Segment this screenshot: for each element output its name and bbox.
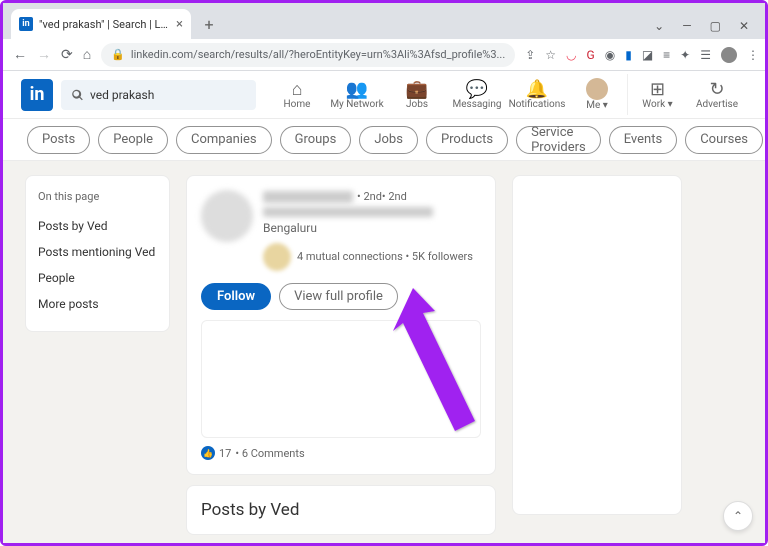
nav-work[interactable]: ⊞Work ▾ <box>627 74 687 115</box>
posts-section-card: Posts by Ved <box>186 485 496 535</box>
back-icon[interactable]: ← <box>13 46 27 63</box>
view-full-profile-button[interactable]: View full profile <box>279 283 398 310</box>
scroll-to-top-button[interactable]: ⌃ <box>723 501 753 531</box>
filter-groups[interactable]: Groups <box>280 126 352 154</box>
chat-icon: 💬 <box>466 79 488 99</box>
avatar-icon <box>586 78 608 100</box>
pocket-icon[interactable]: ◡ <box>566 48 576 62</box>
star-icon[interactable]: ☆ <box>545 48 556 62</box>
nav-jobs[interactable]: 💼Jobs <box>387 74 447 115</box>
new-tab-button[interactable]: + <box>197 12 221 36</box>
sidebar-item-posts-by[interactable]: Posts by Ved <box>38 213 157 239</box>
tab-title: "ved prakash" | Search | LinkedIn <box>39 18 170 31</box>
search-icon <box>71 88 84 102</box>
extension-icon[interactable]: ▮ <box>625 48 632 62</box>
connection-degree: • 2nd• 2nd <box>357 190 407 203</box>
extension-icon[interactable]: ≡ <box>663 48 670 62</box>
post-preview[interactable] <box>201 320 481 438</box>
reload-icon[interactable]: ⟳ <box>61 47 73 63</box>
content-area: On this page Posts by Ved Posts mentioni… <box>3 161 765 543</box>
extension-icon[interactable]: G <box>587 48 595 62</box>
extension-icons: ⇪ ☆ ◡ G ◉ ▮ ◪ ≡ ✦ ☰ ⋮ <box>525 47 759 63</box>
profile-avatar[interactable] <box>201 190 253 242</box>
sidebar-item-more[interactable]: More posts <box>38 291 157 317</box>
on-this-page-sidebar: On this page Posts by Ved Posts mentioni… <box>25 175 170 332</box>
mutual-avatar <box>263 243 291 271</box>
filter-people[interactable]: People <box>98 126 168 154</box>
filter-service-providers[interactable]: Service Providers <box>516 126 601 154</box>
search-box[interactable] <box>61 80 256 110</box>
sidebar-item-mentioning[interactable]: Posts mentioning Ved <box>38 239 157 265</box>
nav-home[interactable]: ⌂Home <box>267 74 327 115</box>
address-bar: ← → ⟳ ⌂ 🔒 linkedin.com/search/results/al… <box>3 39 765 71</box>
filter-posts[interactable]: Posts <box>27 126 90 154</box>
sidebar-title: On this page <box>38 190 157 203</box>
header-nav: ⌂Home 👥My Network 💼Jobs 💬Messaging 🔔Noti… <box>267 74 747 115</box>
nav-messaging[interactable]: 💬Messaging <box>447 74 507 115</box>
main-column: • 2nd• 2nd Bengaluru 4 mutual connection… <box>186 175 496 529</box>
bell-icon: 🔔 <box>526 79 548 99</box>
profile-headline-blurred <box>263 207 433 217</box>
nav-notifications[interactable]: 🔔Notifications <box>507 74 567 115</box>
extension-icon[interactable]: ☰ <box>700 48 711 62</box>
right-rail <box>512 175 682 515</box>
share-icon[interactable]: ⇪ <box>525 48 535 62</box>
minimize-icon[interactable]: — <box>682 19 691 33</box>
filter-courses[interactable]: Courses <box>685 126 763 154</box>
post-stats: 👍 17 • 6 Comments <box>201 446 481 460</box>
nav-advertise[interactable]: ↻Advertise <box>687 74 747 115</box>
linkedin-header: in ⌂Home 👥My Network 💼Jobs 💬Messaging 🔔N… <box>3 71 765 119</box>
people-icon: 👥 <box>346 79 368 99</box>
section-heading: Posts by Ved <box>201 500 481 520</box>
like-count[interactable]: 17 <box>219 447 231 460</box>
search-input[interactable] <box>90 88 246 102</box>
profile-name-blurred[interactable] <box>263 191 353 203</box>
profile-location: Bengaluru <box>263 221 481 235</box>
target-icon: ↻ <box>709 79 724 99</box>
browser-tab[interactable]: in "ved prakash" | Search | LinkedIn × <box>11 9 191 39</box>
filter-bar: Posts People Companies Groups Jobs Produ… <box>3 119 765 161</box>
linkedin-logo[interactable]: in <box>21 79 53 111</box>
puzzle-icon[interactable]: ✦ <box>680 48 690 62</box>
sidebar-item-people[interactable]: People <box>38 265 157 291</box>
maximize-icon[interactable]: ▢ <box>710 19 721 33</box>
profile-name-row: • 2nd• 2nd <box>263 190 481 203</box>
profile-avatar-icon[interactable] <box>721 47 737 63</box>
like-icon: 👍 <box>201 446 215 460</box>
chevron-down-icon[interactable]: ⌄ <box>654 19 664 33</box>
url-text: linkedin.com/search/results/all/?heroEnt… <box>131 48 505 61</box>
nav-network[interactable]: 👥My Network <box>327 74 387 115</box>
profile-card: • 2nd• 2nd Bengaluru 4 mutual connection… <box>186 175 496 475</box>
lock-icon: 🔒 <box>111 48 125 61</box>
linkedin-favicon: in <box>19 17 33 31</box>
briefcase-icon: 💼 <box>406 79 428 99</box>
filter-events[interactable]: Events <box>609 126 677 154</box>
close-window-icon[interactable]: ✕ <box>739 19 749 33</box>
filter-products[interactable]: Products <box>426 126 508 154</box>
menu-icon[interactable]: ⋮ <box>747 48 759 62</box>
filter-companies[interactable]: Companies <box>176 126 272 154</box>
comment-count[interactable]: • 6 Comments <box>235 447 304 460</box>
close-tab-icon[interactable]: × <box>176 17 183 32</box>
nav-me[interactable]: Me ▾ <box>567 74 627 115</box>
home-icon: ⌂ <box>292 79 303 99</box>
follow-button[interactable]: Follow <box>201 283 271 310</box>
mutual-connections-text: 4 mutual connections • 5K followers <box>297 250 473 264</box>
grid-icon: ⊞ <box>650 79 665 99</box>
browser-tab-strip: in "ved prakash" | Search | LinkedIn × +… <box>3 3 765 39</box>
filter-jobs[interactable]: Jobs <box>359 126 418 154</box>
window-controls: ⌄ — ▢ ✕ <box>654 19 757 39</box>
url-input[interactable]: 🔒 linkedin.com/search/results/all/?heroE… <box>101 43 515 67</box>
forward-icon[interactable]: → <box>37 46 51 63</box>
extension-icon[interactable]: ◪ <box>642 48 653 62</box>
extension-icon[interactable]: ◉ <box>605 48 615 62</box>
home-icon[interactable]: ⌂ <box>83 46 91 63</box>
